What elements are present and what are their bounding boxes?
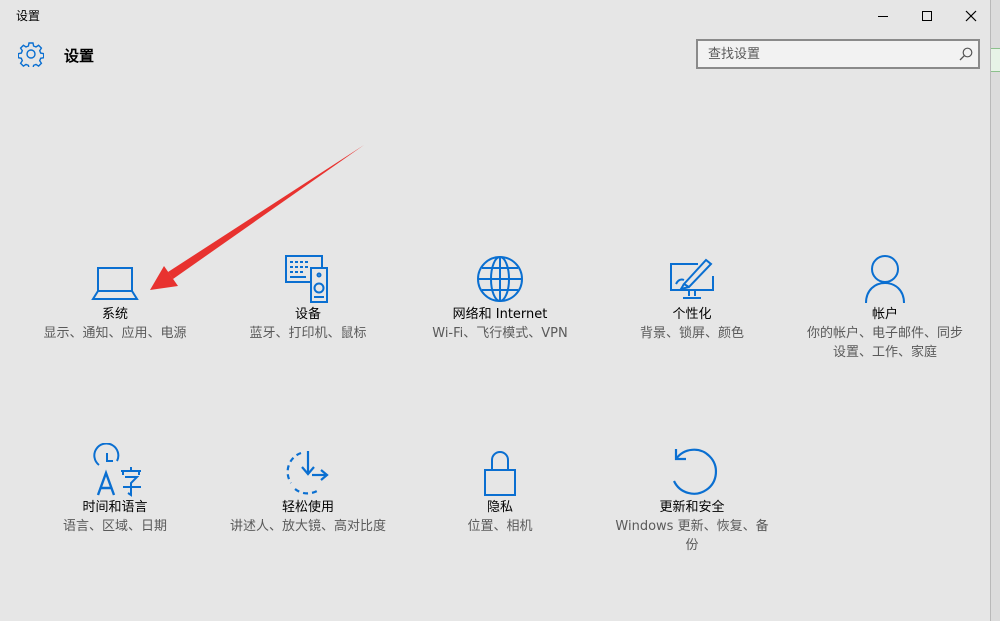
background-window-edge [991, 0, 1000, 621]
tile-devices[interactable]: 设备 蓝牙、打印机、鼠标 [218, 244, 398, 343]
minimize-icon [878, 16, 888, 17]
laptop-icon [91, 267, 139, 300]
tile-label: 个性化 [672, 307, 712, 322]
tile-update-security[interactable]: 更新和安全 Windows 更新、恢复、备份 [602, 437, 782, 555]
tile-label: 系统 [101, 307, 128, 322]
close-icon [965, 10, 977, 22]
tile-description: 你的帐户、电子邮件、同步设置、工作、家庭 [806, 326, 963, 360]
tile-description: 显示、通知、应用、电源 [43, 326, 187, 341]
ease-of-access-icon [286, 451, 329, 495]
gear-icon [18, 42, 44, 67]
tile-label: 网络和 Internet [452, 307, 548, 322]
tile-description: 讲述人、放大镜、高对比度 [229, 519, 386, 534]
tile-accounts[interactable]: 帐户 你的帐户、电子邮件、同步设置、工作、家庭 [795, 244, 975, 362]
minimize-button[interactable] [860, 0, 906, 32]
maximize-icon [922, 11, 932, 21]
tile-label: 设备 [294, 307, 321, 322]
tile-label: 时间和语言 [82, 500, 148, 515]
update-icon [673, 448, 717, 495]
close-button[interactable] [948, 0, 994, 32]
search-box[interactable] [696, 39, 980, 69]
tile-time-language[interactable]: 时间和语言 语言、区域、日期 [25, 437, 205, 536]
search-icon[interactable] [958, 46, 974, 62]
search-input[interactable] [698, 41, 958, 67]
tile-network[interactable]: 网络和 Internet Wi-Fi、飞行模式、VPN [410, 244, 590, 343]
tile-description: Wi-Fi、飞行模式、VPN [432, 326, 568, 341]
tile-label: 隐私 [486, 500, 513, 515]
page-title: 设置 [64, 47, 95, 65]
window-title: 设置 [16, 9, 41, 23]
tile-description: 蓝牙、打印机、鼠标 [249, 326, 367, 341]
tile-system[interactable]: 系统 显示、通知、应用、电源 [25, 244, 205, 343]
devices-icon [285, 255, 328, 303]
tile-privacy[interactable]: 隐私 位置、相机 [410, 437, 590, 536]
maximize-button[interactable] [904, 0, 950, 32]
tile-personalization[interactable]: 个性化 背景、锁屏、颜色 [602, 244, 782, 343]
tile-description: 位置、相机 [467, 519, 533, 534]
tile-description: 背景、锁屏、颜色 [639, 326, 744, 341]
personalization-icon [670, 258, 714, 299]
tile-description: Windows 更新、恢复、备份 [615, 519, 769, 553]
time-language-icon [93, 443, 141, 497]
settings-window: 设置 设置 查找设置 系统 显示、通知、应用、电源 设备 蓝牙、打印机、鼠标 网… [0, 0, 991, 621]
lock-icon [484, 451, 516, 496]
globe-icon [477, 256, 523, 302]
tile-ease-of-access[interactable]: 轻松使用 讲述人、放大镜、高对比度 [218, 437, 398, 536]
tile-label: 帐户 [871, 307, 898, 322]
tile-description: 语言、区域、日期 [62, 519, 167, 534]
tile-label: 轻松使用 [281, 500, 334, 515]
tile-label: 更新和安全 [659, 500, 725, 515]
title-bar[interactable]: 设置 [0, 0, 990, 32]
person-icon [865, 255, 905, 304]
